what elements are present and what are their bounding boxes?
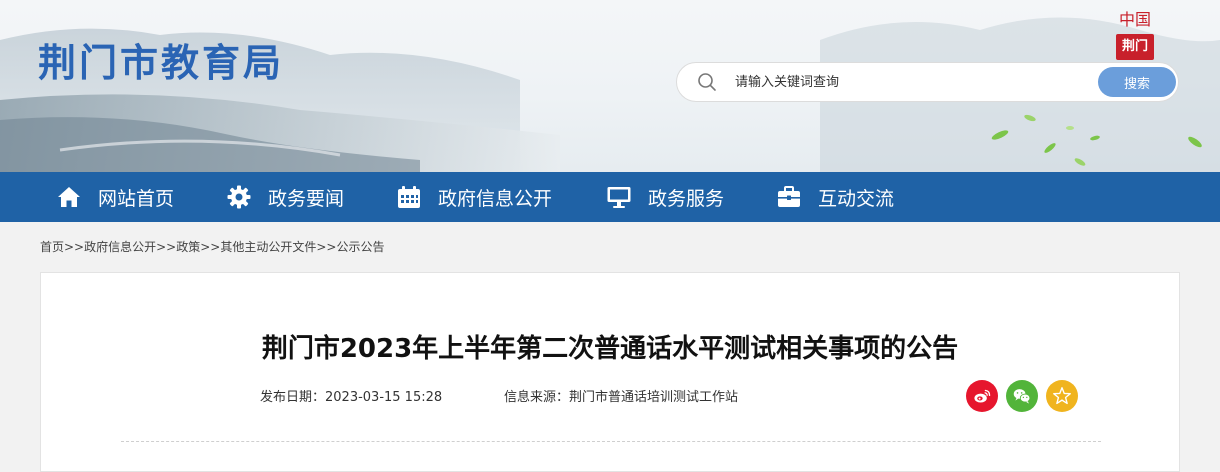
nav-label: 网站首页 <box>98 187 175 210</box>
leaves-decoration <box>991 114 1202 166</box>
breadcrumb[interactable]: 首页>>政府信息公开>>政策>>其他主动公开文件>>公示公告 <box>40 238 384 256</box>
article-title: 荆门市2023年上半年第二次普通话水平测试相关事项的公告 <box>261 334 959 364</box>
nav-label: 政府信息公开 <box>438 187 553 210</box>
china-jingmen-logo: 中国 荆门 <box>1113 8 1157 60</box>
nav-label: 政务要闻 <box>268 187 345 210</box>
favorite-button[interactable] <box>1046 380 1078 412</box>
main-nav: 网站首页 政务要闻 政府信息公开 政务服务 互动交流 <box>0 172 1220 222</box>
calendar-icon <box>396 184 422 210</box>
weibo-share-button[interactable] <box>966 380 998 412</box>
site-header: 荆门市教育局 搜索 中国 荆门 <box>0 0 1220 172</box>
search-box: 搜索 <box>676 62 1179 102</box>
title-divider <box>121 441 1101 442</box>
search-icon <box>698 73 716 91</box>
site-title: 荆门市教育局 <box>38 41 285 85</box>
gear-icon <box>226 184 252 210</box>
publish-date: 发布日期：2023-03-15 15:28 <box>260 390 443 405</box>
nav-item-home[interactable]: 网站首页 <box>56 172 174 222</box>
info-source: 信息来源：荆门市普通话培训测试工作站 <box>504 390 739 405</box>
wechat-icon <box>1013 389 1031 404</box>
wechat-share-button[interactable] <box>1006 380 1038 412</box>
briefcase-icon <box>776 184 802 210</box>
monitor-icon <box>606 184 632 210</box>
nav-item-news[interactable]: 政务要闻 <box>226 172 344 222</box>
search-input[interactable] <box>735 69 1095 95</box>
home-icon <box>56 184 82 210</box>
search-button[interactable]: 搜索 <box>1098 67 1176 97</box>
logo-stamp: 荆门 <box>1116 34 1154 60</box>
nav-label: 政务服务 <box>648 187 725 210</box>
nav-item-interaction[interactable]: 互动交流 <box>776 172 894 222</box>
nav-item-gov-info[interactable]: 政府信息公开 <box>396 172 552 222</box>
favorite-star-icon <box>1053 387 1071 405</box>
article-card: 荆门市2023年上半年第二次普通话水平测试相关事项的公告 发布日期：2023-0… <box>40 272 1180 472</box>
weibo-icon <box>974 389 991 403</box>
nav-item-services[interactable]: 政务服务 <box>606 172 724 222</box>
logo-top-text: 中国 <box>1118 10 1151 29</box>
nav-label: 互动交流 <box>818 187 895 210</box>
